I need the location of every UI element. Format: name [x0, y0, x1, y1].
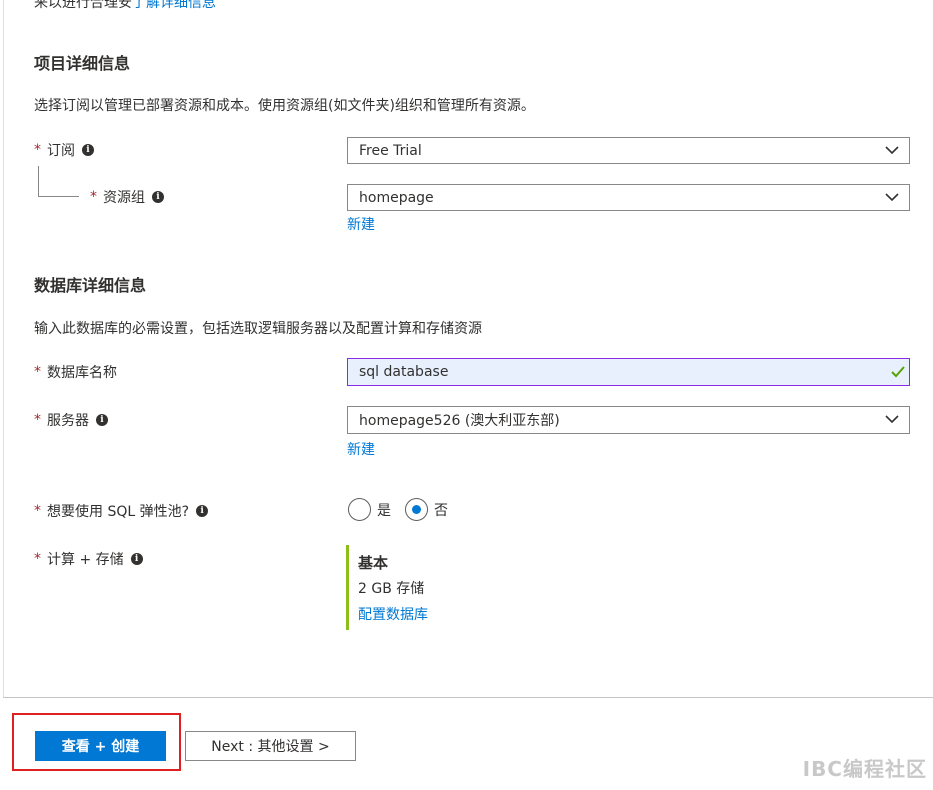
chevron-down-icon — [885, 415, 899, 424]
info-icon[interactable]: i — [96, 414, 108, 426]
resource-group-label: * 资源组 i — [90, 187, 164, 207]
radio-option-yes[interactable]: 是 — [348, 498, 391, 521]
left-border — [3, 0, 4, 697]
chevron-down-icon — [885, 146, 899, 155]
elastic-pool-label: * 想要使用 SQL 弹性池? i — [34, 501, 209, 521]
footer-divider — [3, 697, 933, 698]
checkmark-icon — [891, 366, 905, 378]
configure-database-link[interactable]: 配置数据库 — [358, 604, 428, 624]
database-details-heading: 数据库详细信息 — [34, 276, 147, 295]
required-asterisk: * — [34, 551, 41, 567]
top-clip-text: 来以进行合理安 — [34, 0, 132, 11]
tree-connector-vertical — [38, 166, 39, 196]
watermark-logo: IBC编程社区 — [802, 757, 927, 781]
new-resource-group-link[interactable]: 新建 — [347, 214, 375, 234]
project-details-description: 选择订阅以管理已部署资源和成本。使用资源组(如文件夹)组织和管理所有资源。 — [34, 98, 535, 114]
elastic-pool-label-text: 想要使用 SQL 弹性池? — [47, 504, 190, 520]
compute-tier: 基本 — [358, 554, 389, 572]
radio-yes-label: 是 — [377, 502, 391, 519]
elastic-pool-radio-group: 是 否 — [348, 498, 462, 521]
radio-no[interactable] — [405, 498, 428, 521]
resource-group-value: homepage — [359, 189, 434, 206]
subscription-label: * 订阅 i — [34, 140, 94, 160]
required-asterisk: * — [34, 364, 41, 380]
project-details-heading: 项目详细信息 — [34, 54, 131, 73]
database-name-label: * 数据库名称 — [34, 362, 117, 382]
required-asterisk: * — [34, 142, 41, 158]
subscription-select[interactable]: Free Trial — [347, 137, 910, 164]
tree-connector-horizontal — [38, 196, 79, 197]
radio-no-label: 否 — [434, 502, 448, 519]
top-clipped-text: 来以进行合理安了解详细信息 — [34, 0, 216, 12]
next-additional-settings-button[interactable]: Next : 其他设置 > — [185, 731, 356, 761]
resource-group-select[interactable]: homepage — [347, 184, 910, 211]
info-icon[interactable]: i — [82, 144, 94, 156]
database-name-label-text: 数据库名称 — [47, 365, 117, 381]
database-details-description: 输入此数据库的必需设置，包括选取逻辑服务器以及配置计算和存储资源 — [34, 321, 482, 337]
database-name-input[interactable]: sql database — [347, 358, 910, 386]
new-server-link[interactable]: 新建 — [347, 439, 375, 459]
chevron-down-icon — [885, 193, 899, 202]
server-value: homepage526 (澳大利亚东部) — [359, 413, 560, 429]
radio-yes[interactable] — [348, 498, 371, 521]
database-name-value: sql database — [359, 364, 449, 380]
radio-option-no[interactable]: 否 — [405, 498, 448, 521]
info-icon[interactable]: i — [152, 191, 164, 203]
subscription-label-text: 订阅 — [47, 143, 75, 159]
required-asterisk: * — [34, 503, 41, 519]
review-create-button[interactable]: 查看 + 创建 — [35, 731, 166, 761]
compute-storage-label: * 计算 + 存储 i — [34, 549, 143, 569]
required-asterisk: * — [34, 412, 41, 428]
compute-storage-label-text: 计算 + 存储 — [47, 552, 124, 568]
server-label: * 服务器 i — [34, 410, 108, 430]
compute-storage-size: 2 GB 存储 — [358, 581, 425, 597]
info-icon[interactable]: i — [196, 505, 209, 517]
server-label-text: 服务器 — [47, 413, 89, 429]
resource-group-label-text: 资源组 — [103, 190, 145, 206]
learn-more-link[interactable]: 了解详细信息 — [132, 0, 216, 11]
required-asterisk: * — [90, 189, 97, 205]
subscription-value: Free Trial — [359, 142, 422, 159]
info-icon[interactable]: i — [130, 553, 143, 565]
tier-accent-bar — [346, 545, 349, 630]
server-select[interactable]: homepage526 (澳大利亚东部) — [347, 406, 910, 434]
